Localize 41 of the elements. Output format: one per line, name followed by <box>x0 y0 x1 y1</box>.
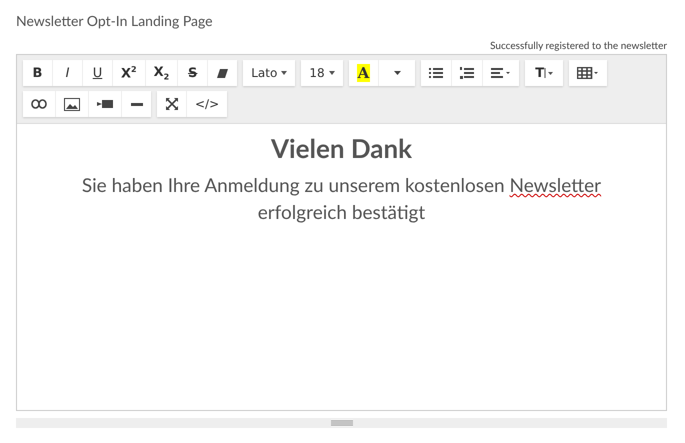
numbered-list-icon <box>460 66 474 80</box>
content-paragraph: Sie haben Ihre Anmeldung zu unserem kostenlosen Newsletter erfolgreich bestätigt <box>80 173 602 226</box>
video-icon <box>97 99 113 109</box>
page-title: Newsletter Opt-In Landing Page <box>16 12 214 29</box>
caret-icon <box>328 71 335 75</box>
content-heading: Vielen Dank <box>270 132 414 164</box>
link-icon <box>31 99 47 109</box>
bold-button[interactable]: B <box>23 60 52 86</box>
text-size-button[interactable]: T <box>525 60 564 86</box>
color-dropdown-button[interactable] <box>379 60 416 86</box>
code-view-button[interactable]: </> <box>187 91 228 117</box>
table-icon <box>577 67 600 79</box>
strikethrough-button[interactable]: S <box>178 60 208 86</box>
image-icon <box>64 98 80 110</box>
bullets-button[interactable] <box>421 60 452 86</box>
status-message: Successfully registered to the newsletter <box>490 40 667 52</box>
italic-button[interactable]: I <box>53 60 82 86</box>
highlight-button[interactable]: A <box>348 60 378 86</box>
eraser-icon <box>216 68 230 78</box>
caret-icon <box>544 67 554 79</box>
align-icon <box>491 68 512 78</box>
highlight-icon: A <box>356 64 370 82</box>
superscript-button[interactable]: X$^{2}$ <box>113 60 145 86</box>
caret-icon <box>394 71 401 75</box>
table-button[interactable] <box>569 60 608 86</box>
align-button[interactable] <box>483 60 520 86</box>
caret-icon <box>281 71 288 75</box>
bulleted-list-icon <box>429 67 444 79</box>
resize-handle-icon <box>330 420 352 426</box>
image-button[interactable] <box>56 91 88 117</box>
underline-button[interactable]: U <box>83 60 112 86</box>
dropdown-button[interactable]: 18 <box>301 60 343 86</box>
subscript-button[interactable]: X$_{2}$ <box>146 60 178 86</box>
video-button[interactable] <box>89 91 121 117</box>
numbers-button[interactable] <box>452 60 482 86</box>
fullscreen-icon <box>166 98 178 110</box>
link-button[interactable] <box>23 91 55 117</box>
dropdown-button[interactable]: Lato <box>243 60 296 86</box>
fullscreen-button[interactable] <box>157 91 186 117</box>
rule-button[interactable] <box>122 91 151 117</box>
eraser-button[interactable] <box>208 60 238 86</box>
